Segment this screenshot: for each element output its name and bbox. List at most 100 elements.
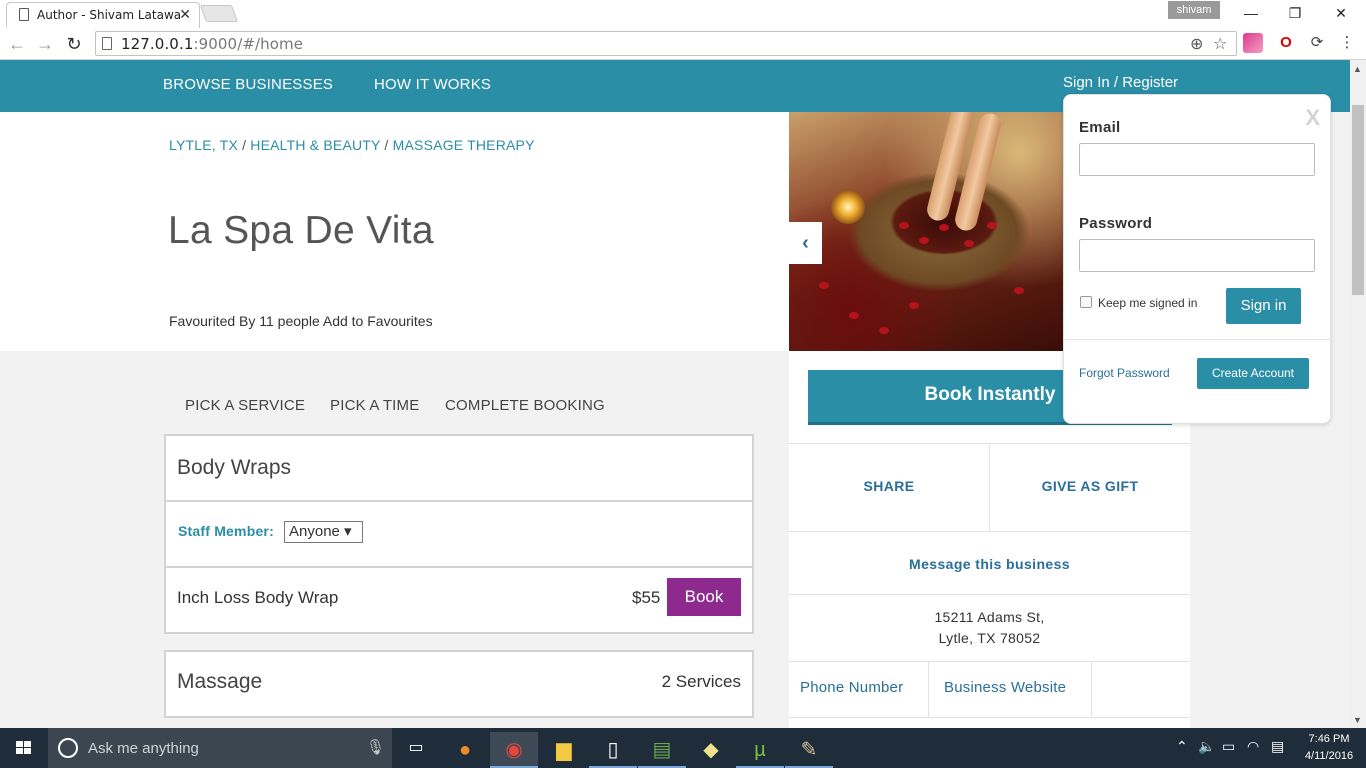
document-icon[interactable]: ▯ xyxy=(589,732,637,768)
page-icon xyxy=(102,37,112,50)
business-name: La Spa De Vita xyxy=(168,209,434,252)
page-icon xyxy=(19,8,29,21)
photo-petal xyxy=(964,240,974,247)
step-complete-booking[interactable]: COMPLETE BOOKING xyxy=(445,397,605,414)
url-host: 127.0.0.1 xyxy=(121,35,194,53)
new-tab-button[interactable] xyxy=(199,5,239,22)
forward-button[interactable]: → xyxy=(33,32,57,56)
wifi-icon[interactable]: ◠ xyxy=(1247,738,1259,755)
address-bar[interactable]: 127.0.0.1:9000/#/home ⊕ ☆ xyxy=(95,31,1237,56)
tray-chevron-icon[interactable]: ⌃ xyxy=(1176,738,1188,755)
nav-how-it-works[interactable]: HOW IT WORKS xyxy=(374,76,491,93)
extension-sync-icon[interactable]: ⟳ xyxy=(1307,33,1327,53)
taskbar-search[interactable]: Ask me anything 🎙 xyxy=(48,728,392,768)
divider xyxy=(789,661,1190,662)
scroll-up-icon[interactable]: ▲ xyxy=(1353,64,1362,74)
windows-taskbar: Ask me anything 🎙 ▭ ● ◉ ▆ ▯ ▤ ◆ µ ✎ ⌃ 🔈 … xyxy=(0,728,1366,768)
email-field[interactable] xyxy=(1079,143,1315,176)
start-button[interactable] xyxy=(0,728,48,768)
close-window-button[interactable]: ✕ xyxy=(1318,2,1364,24)
chrome-icon[interactable]: ◉ xyxy=(490,732,538,768)
nav-browse-businesses[interactable]: BROWSE BUSINESSES xyxy=(163,76,333,93)
scroll-down-icon[interactable]: ▼ xyxy=(1353,715,1362,725)
keep-signed-in-label[interactable]: Keep me signed in xyxy=(1098,296,1197,310)
bookmark-star-icon[interactable]: ☆ xyxy=(1213,34,1227,54)
photo-petal xyxy=(919,237,929,244)
service-name: Inch Loss Body Wrap xyxy=(177,588,339,607)
taskbar-clock[interactable]: 7:46 PM 4/11/2016 xyxy=(1296,731,1362,765)
url-text[interactable]: 127.0.0.1:9000/#/home xyxy=(121,35,303,53)
business-address: 15211 Adams St, Lytle, TX 78052 xyxy=(789,607,1190,649)
breadcrumb-category[interactable]: HEALTH & BEAUTY xyxy=(250,137,380,153)
back-button[interactable]: ← xyxy=(5,32,29,56)
give-as-gift-link[interactable]: GIVE AS GIFT xyxy=(990,478,1190,494)
restore-button[interactable]: ❐ xyxy=(1272,2,1318,24)
firefox-icon[interactable]: ● xyxy=(441,732,489,768)
service-count: 2 Services xyxy=(661,672,741,691)
browser-tab-bar: Author - Shivam Latawa ✕ shivam — ❐ ✕ xyxy=(0,0,1366,28)
create-account-button[interactable]: Create Account xyxy=(1197,358,1309,389)
category-title[interactable]: Massage xyxy=(177,670,262,694)
chart-app-icon[interactable]: ▤ xyxy=(638,732,686,768)
browser-tab[interactable]: Author - Shivam Latawa ✕ xyxy=(6,2,200,28)
minimize-button[interactable]: — xyxy=(1228,2,1274,24)
book-button[interactable]: Book xyxy=(667,578,741,616)
forgot-password-link[interactable]: Forgot Password xyxy=(1079,366,1170,380)
category-card-massage[interactable]: Massage 2 Services xyxy=(164,650,754,718)
reload-button[interactable]: ↻ xyxy=(62,32,86,56)
breadcrumb-location[interactable]: LYTLE, TX xyxy=(169,137,238,153)
sign-in-button[interactable]: Sign in xyxy=(1226,288,1301,324)
page-scrollbar[interactable]: ▲ ▼ xyxy=(1350,60,1366,728)
utorrent-icon[interactable]: µ xyxy=(736,732,784,768)
breadcrumb-subcategory[interactable]: MASSAGE THERAPY xyxy=(393,137,535,153)
windows-logo-icon xyxy=(16,741,32,755)
extension-icon[interactable] xyxy=(1243,33,1263,53)
scroll-thumb[interactable] xyxy=(1352,105,1364,295)
favourites-line: Favourited By 11 people Add to Favourite… xyxy=(169,313,433,329)
browser-toolbar: ← → ↻ 127.0.0.1:9000/#/home ⊕ ☆ O ⟳ ⋮ xyxy=(0,28,1366,60)
staff-row: Staff Member: Anyone ▾ xyxy=(166,500,752,566)
volume-icon[interactable]: 🔈 xyxy=(1198,738,1215,755)
close-icon[interactable]: X xyxy=(1305,105,1320,131)
sticky-notes-icon[interactable]: ◆ xyxy=(687,732,735,768)
keep-signed-in-checkbox[interactable] xyxy=(1080,296,1092,308)
address-line-1: 15211 Adams St, xyxy=(934,609,1045,625)
divider xyxy=(1091,661,1092,717)
file-explorer-icon[interactable]: ▆ xyxy=(540,732,588,768)
share-link[interactable]: SHARE xyxy=(789,478,989,494)
service-row: Inch Loss Body Wrap $55 Book xyxy=(166,566,752,632)
microphone-icon[interactable]: 🎙 xyxy=(366,738,385,756)
tab-close-icon[interactable]: ✕ xyxy=(179,6,191,23)
carousel-prev-button[interactable]: ‹ xyxy=(789,222,822,264)
photo-candle xyxy=(831,190,865,224)
message-business-link[interactable]: Message this business xyxy=(789,556,1190,572)
adblock-icon[interactable]: O xyxy=(1276,33,1296,53)
business-photo xyxy=(789,112,1064,351)
battery-icon[interactable]: ▭ xyxy=(1222,738,1235,755)
breadcrumb: LYTLE, TX / HEALTH & BEAUTY / MASSAGE TH… xyxy=(169,137,535,153)
business-website-link[interactable]: Business Website xyxy=(944,679,1066,696)
photo-petal xyxy=(1014,287,1024,294)
photo-petal xyxy=(987,222,997,229)
signin-register-link[interactable]: Sign In / Register xyxy=(1063,74,1178,91)
staff-member-label: Staff Member: xyxy=(178,523,274,539)
cortana-icon xyxy=(58,738,78,758)
category-title[interactable]: Body Wraps xyxy=(177,456,291,480)
password-field[interactable] xyxy=(1079,239,1315,272)
breadcrumb-separator: / xyxy=(380,137,393,153)
email-label: Email xyxy=(1079,119,1121,136)
zoom-icon[interactable]: ⊕ xyxy=(1190,34,1203,54)
clock-date: 4/11/2016 xyxy=(1304,750,1354,762)
step-pick-service[interactable]: PICK A SERVICE xyxy=(185,397,305,414)
profile-badge[interactable]: shivam xyxy=(1168,1,1220,19)
photo-petal xyxy=(939,224,949,231)
add-to-favourites-link[interactable]: Add to Favourites xyxy=(323,313,433,329)
phone-number-link[interactable]: Phone Number xyxy=(800,679,903,696)
staff-member-select[interactable]: Anyone ▾ xyxy=(284,521,363,543)
step-pick-time[interactable]: PICK A TIME xyxy=(330,397,419,414)
task-view-icon[interactable]: ▭ xyxy=(392,728,440,768)
notifications-icon[interactable]: ▤ xyxy=(1271,738,1284,755)
photo-petal xyxy=(879,327,889,334)
menu-icon[interactable]: ⋮ xyxy=(1337,33,1357,53)
paint-icon[interactable]: ✎ xyxy=(785,732,833,768)
